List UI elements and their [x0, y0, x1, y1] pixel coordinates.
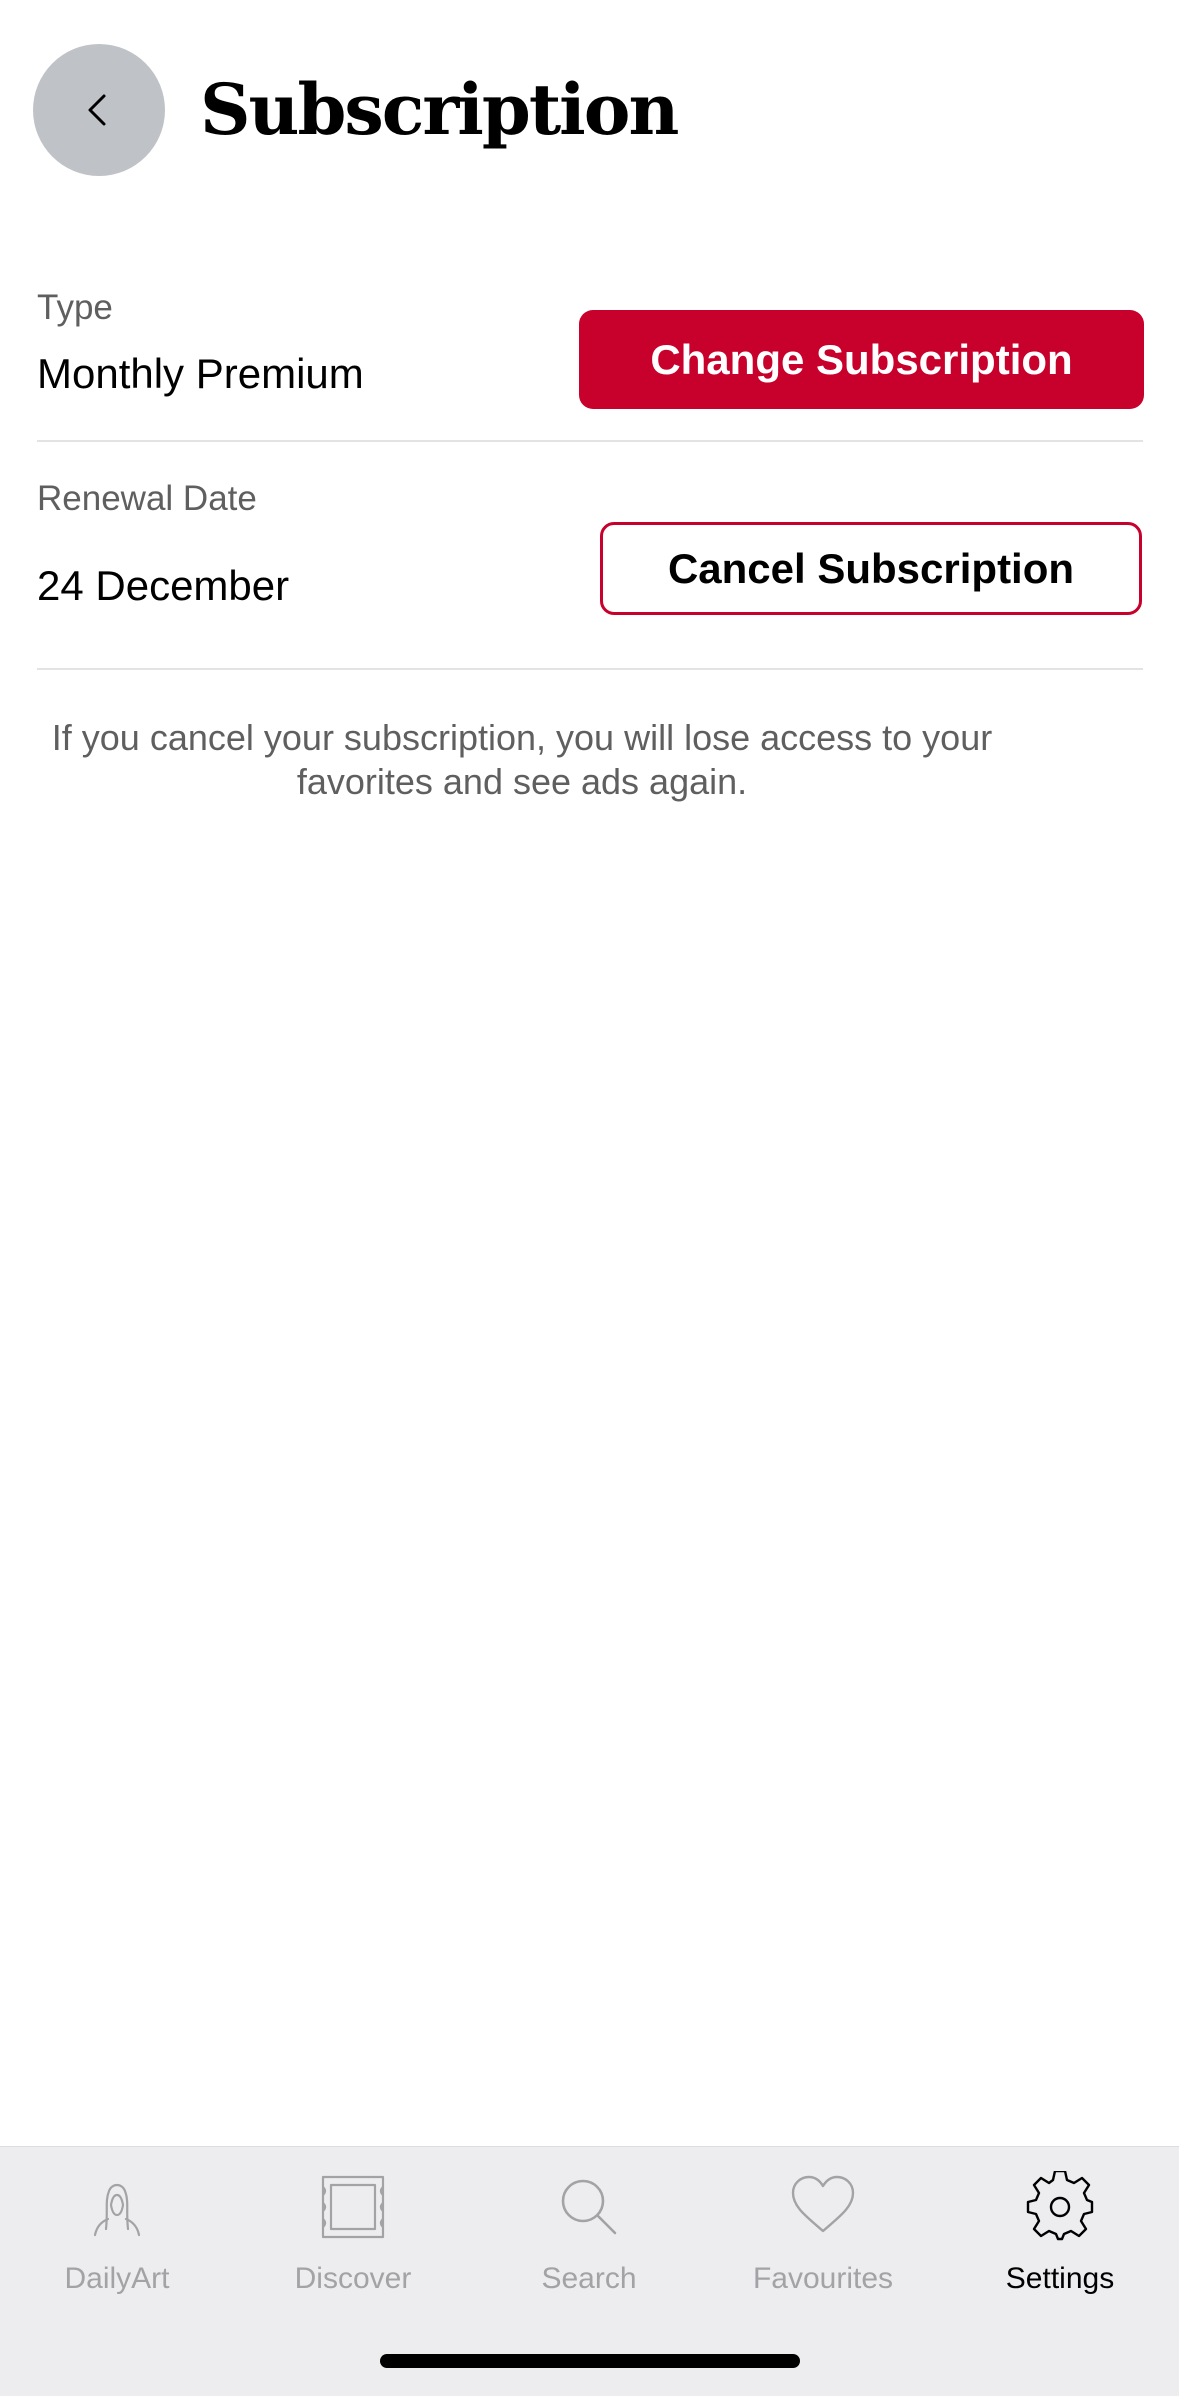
tab-label: Favourites [752, 2262, 894, 2295]
change-subscription-button[interactable]: Change Subscription [579, 310, 1144, 409]
home-indicator[interactable] [380, 2354, 800, 2368]
frame-icon [317, 2171, 389, 2243]
tab-discover[interactable]: Discover [253, 2171, 453, 2311]
type-label: Type [37, 288, 113, 327]
tab-label: Search [541, 2262, 637, 2295]
renewal-date-row: Renewal Date 24 December Cancel Subscrip… [37, 442, 1143, 670]
tab-search[interactable]: Search [489, 2171, 689, 2311]
tab-label: DailyArt [64, 2262, 170, 2295]
renewal-value: 24 December [37, 562, 290, 609]
tab-label: Settings [1005, 2262, 1115, 2295]
cancel-note: If you cancel your subscription, you wil… [51, 717, 993, 802]
tab-label: Discover [294, 2262, 412, 2295]
header: Subscription [0, 0, 1179, 220]
page-title: Subscription [200, 68, 679, 151]
type-value: Monthly Premium [37, 350, 364, 397]
subscription-type-row: Type Monthly Premium Change Subscription [37, 270, 1144, 442]
search-icon [553, 2171, 625, 2243]
gear-icon [1024, 2169, 1096, 2243]
subscription-screen: Subscription Type Monthly Premium Change… [0, 0, 1179, 2396]
renewal-label: Renewal Date [37, 479, 257, 518]
chevron-left-icon [88, 94, 106, 126]
portrait-icon [81, 2171, 153, 2243]
tab-settings[interactable]: Settings [960, 2169, 1160, 2311]
back-button[interactable] [33, 44, 165, 176]
heart-icon [787, 2171, 859, 2243]
tab-dailyart[interactable]: DailyArt [17, 2171, 217, 2311]
cancel-subscription-button[interactable]: Cancel Subscription [600, 522, 1142, 615]
tab-favourites[interactable]: Favourites [723, 2171, 923, 2311]
